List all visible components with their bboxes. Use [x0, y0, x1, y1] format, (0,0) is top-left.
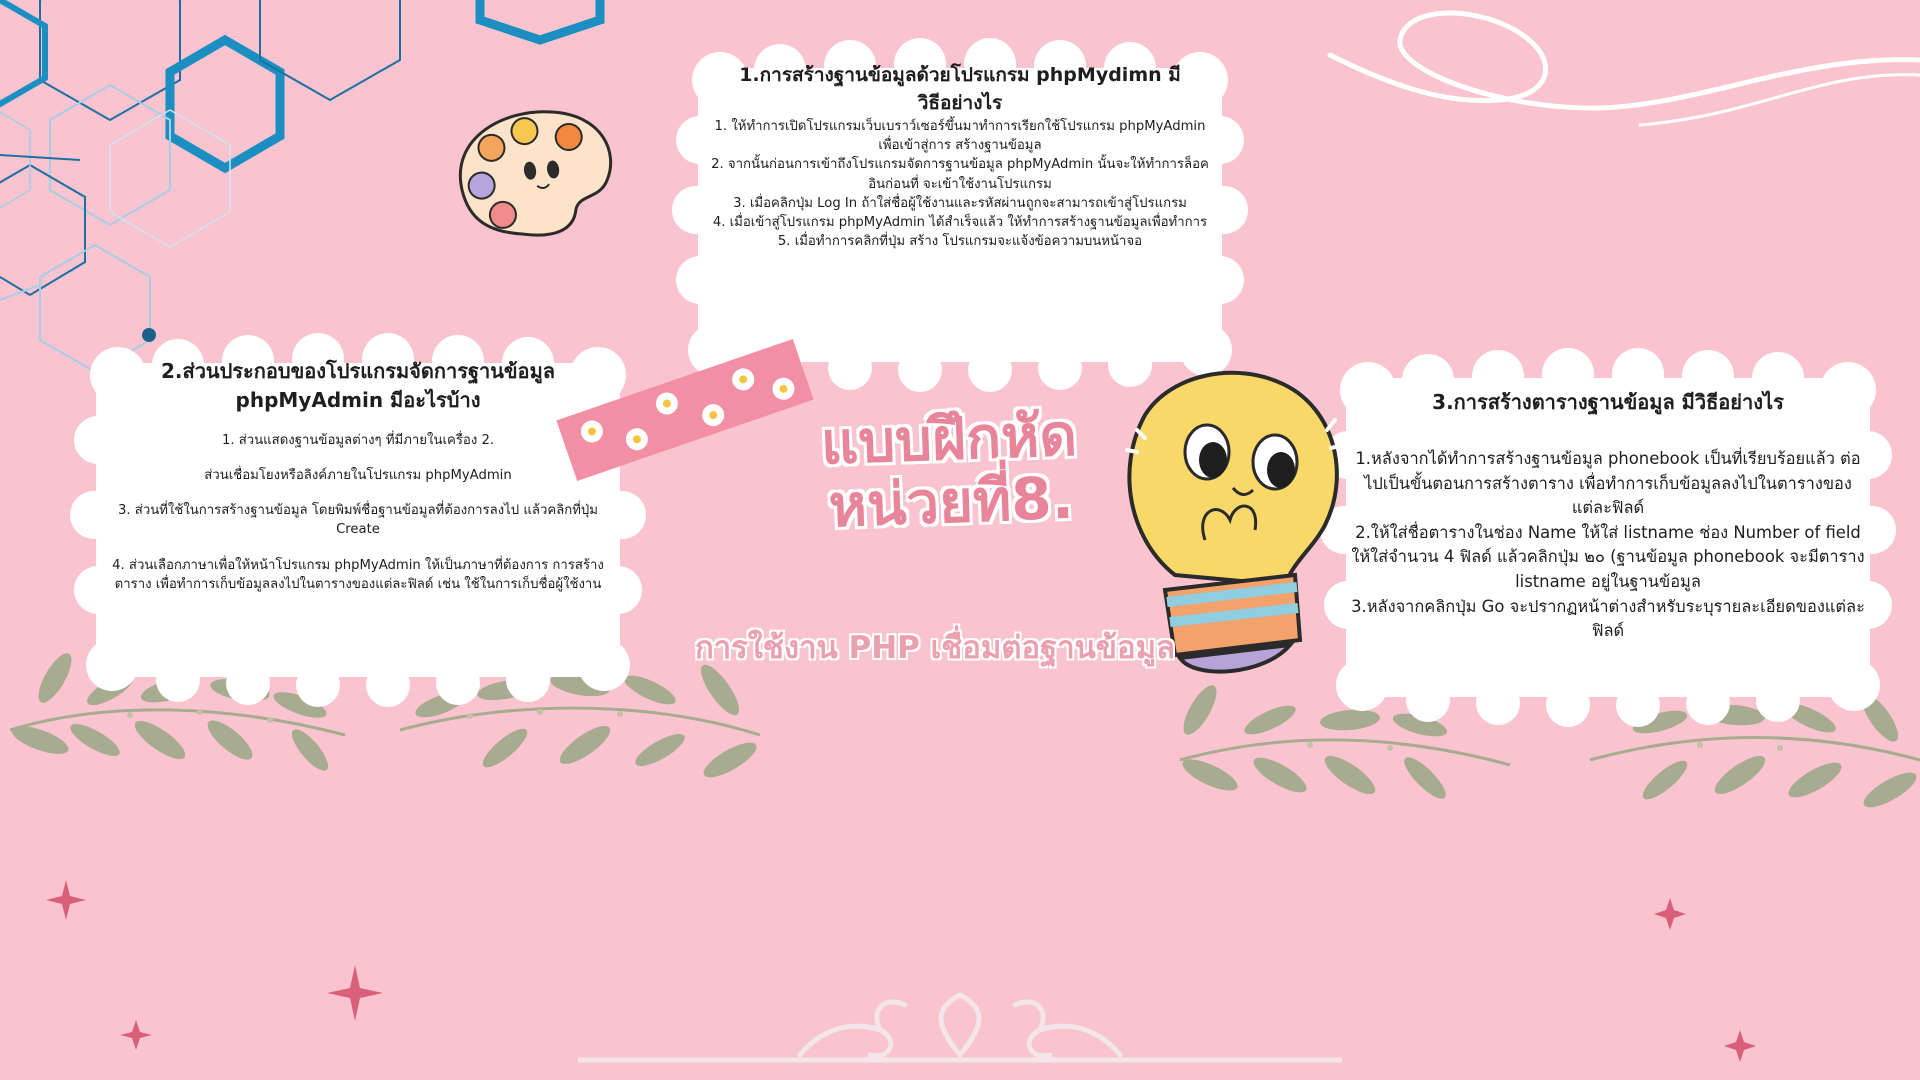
main-title: แบบฝึกหัด หน่วยที่8.: [688, 399, 1212, 542]
palette-sticker: [458, 110, 613, 237]
stickers: [458, 110, 1345, 674]
subtitle: การใช้งาน PHP เชื่อมต่อฐานข้อมูล: [694, 630, 1176, 666]
